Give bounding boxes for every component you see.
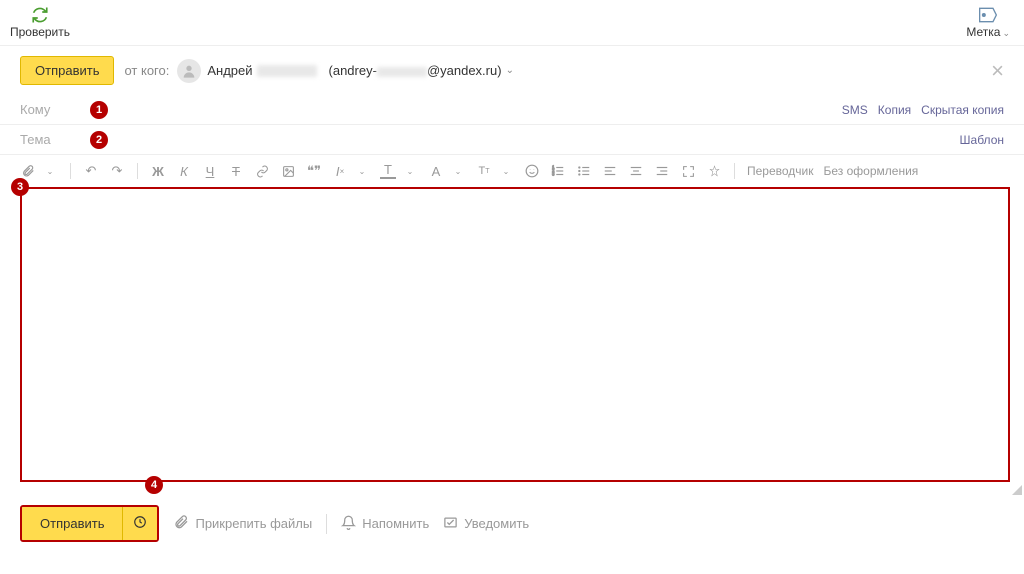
from-email: (andrey-@yandex.ru)	[329, 63, 502, 78]
remind-button[interactable]: Напомнить	[341, 515, 429, 533]
from-dropdown[interactable]: ⌄	[506, 65, 514, 76]
check-mail-label: Проверить	[10, 25, 70, 39]
annotation-marker-1: 1	[90, 101, 108, 119]
emoji-icon[interactable]	[524, 163, 540, 179]
fullscreen-icon[interactable]	[680, 163, 696, 179]
chevron-down-icon[interactable]: ⌄	[354, 163, 370, 179]
text-color-icon[interactable]: T	[380, 163, 396, 179]
ordered-list-icon[interactable]: 123	[550, 163, 566, 179]
clock-icon	[133, 515, 147, 532]
subject-field-row[interactable]: Тема 2 Шаблон	[0, 125, 1024, 155]
check-mail-button[interactable]: Проверить	[10, 6, 70, 39]
chevron-down-icon[interactable]: ⌄	[42, 163, 58, 179]
attach-label: Прикрепить файлы	[195, 516, 312, 531]
annotation-marker-3: 3	[11, 178, 29, 196]
avatar-icon	[177, 59, 201, 83]
to-label: Кому	[20, 102, 80, 117]
send-button-top[interactable]: Отправить	[20, 56, 114, 85]
quote-icon[interactable]: ❝❞	[306, 163, 322, 179]
tag-button[interactable]: Метка⌄	[966, 6, 1010, 39]
check-mail-icon	[443, 515, 458, 533]
chevron-down-icon[interactable]: ⌄	[498, 163, 514, 179]
chevron-down-icon[interactable]: ⌄	[450, 163, 466, 179]
from-label: от кого:	[124, 63, 169, 78]
chevron-down-icon[interactable]: ⌄	[402, 163, 418, 179]
compose-body[interactable]	[20, 187, 1010, 482]
remind-label: Напомнить	[362, 516, 429, 531]
italic-icon[interactable]: К	[176, 163, 192, 179]
font-size-icon[interactable]: TT	[476, 163, 492, 179]
align-right-icon[interactable]	[654, 163, 670, 179]
template-link[interactable]: Шаблон	[960, 133, 1004, 147]
separator	[137, 163, 138, 179]
send-button-bottom[interactable]: Отправить	[22, 507, 123, 540]
notify-button[interactable]: Уведомить	[443, 515, 529, 533]
bell-icon	[341, 515, 356, 533]
redo-icon[interactable]: ↷	[109, 163, 125, 179]
schedule-send-button[interactable]	[123, 507, 157, 540]
image-icon[interactable]	[280, 163, 296, 179]
translator-button[interactable]: Переводчик	[747, 164, 814, 178]
redacted-email-part	[377, 67, 427, 77]
close-icon[interactable]: ×	[991, 60, 1004, 82]
link-icon[interactable]	[254, 163, 270, 179]
cc-link[interactable]: Копия	[878, 103, 911, 117]
subject-label: Тема	[20, 132, 80, 147]
redacted-surname	[257, 65, 317, 77]
pin-icon[interactable]	[706, 163, 722, 179]
to-field-row[interactable]: Кому 1 SMS Копия Скрытая копия	[0, 95, 1024, 125]
strike-icon[interactable]: Т	[228, 163, 244, 179]
annotation-marker-4: 4	[145, 476, 163, 494]
annotation-marker-2: 2	[90, 131, 108, 149]
separator	[734, 163, 735, 179]
underline-icon[interactable]: Ч	[202, 163, 218, 179]
format-toolbar: ⌄ ↶ ↷ Ж К Ч Т ❝❞ I× ⌄ T ⌄ A ⌄ TT ⌄ 123 П…	[0, 155, 1024, 187]
refresh-icon	[30, 6, 50, 24]
notify-label: Уведомить	[464, 516, 529, 531]
separator	[326, 514, 327, 534]
paperclip-icon	[173, 514, 189, 533]
from-name: Андрей	[207, 63, 252, 78]
chevron-down-icon: ⌄	[1002, 28, 1010, 39]
bullet-list-icon[interactable]	[576, 163, 592, 179]
noformat-button[interactable]: Без оформления	[824, 164, 919, 178]
svg-text:3: 3	[552, 172, 555, 177]
separator	[70, 163, 71, 179]
clear-format-icon[interactable]: I×	[332, 163, 348, 179]
bold-icon[interactable]: Ж	[150, 163, 166, 179]
tag-label: Метка⌄	[966, 25, 1010, 39]
tag-icon	[978, 6, 998, 24]
bcc-link[interactable]: Скрытая копия	[921, 103, 1004, 117]
undo-icon[interactable]: ↶	[83, 163, 99, 179]
font-color-icon[interactable]: A	[428, 163, 444, 179]
attach-files-button[interactable]: Прикрепить файлы	[173, 514, 312, 533]
align-center-icon[interactable]	[628, 163, 644, 179]
attach-icon[interactable]	[20, 163, 36, 179]
align-left-icon[interactable]	[602, 163, 618, 179]
sms-link[interactable]: SMS	[842, 103, 868, 117]
